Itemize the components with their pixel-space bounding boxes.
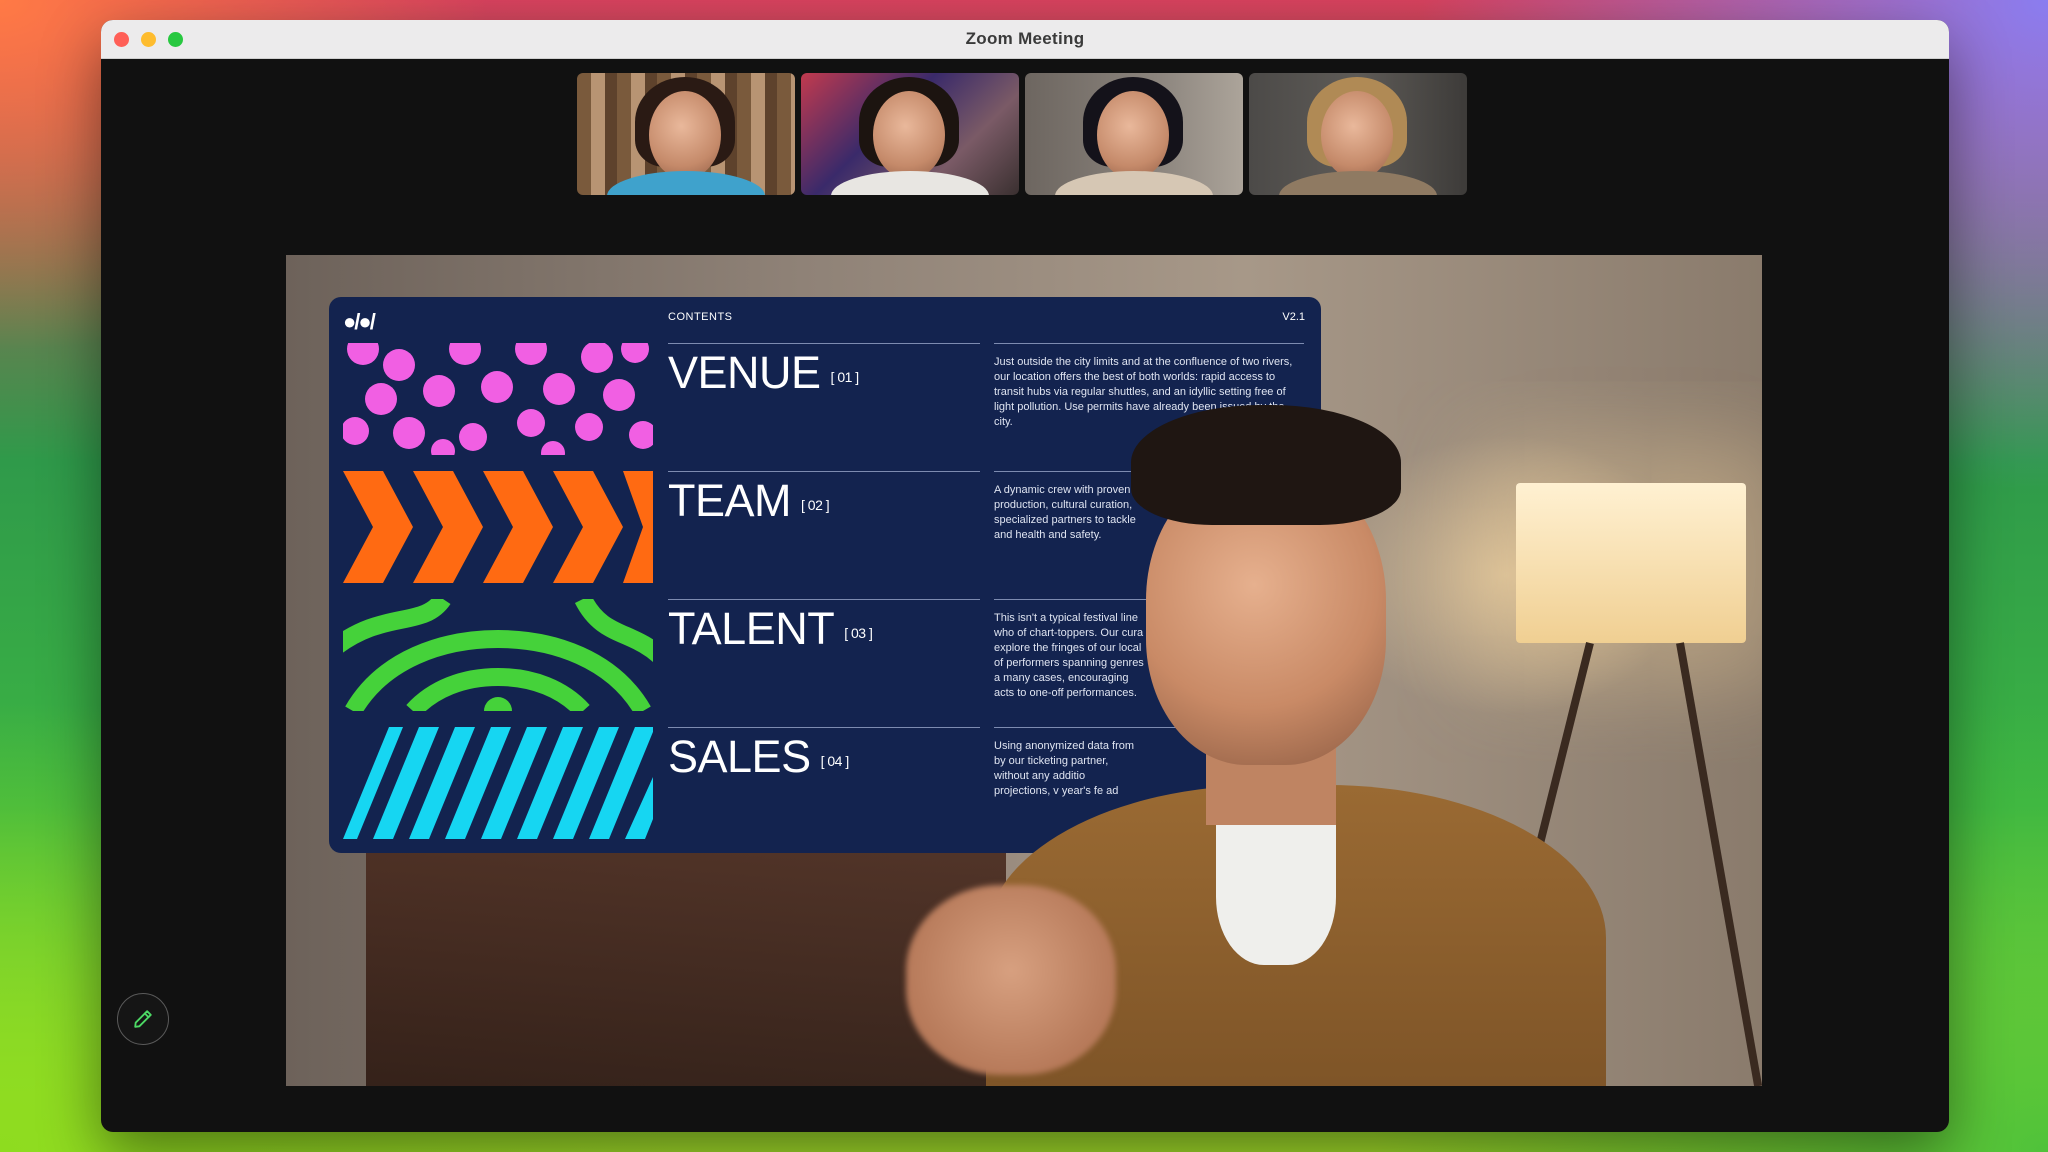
participant-video-tile[interactable] — [1025, 73, 1243, 195]
presenter-hand — [906, 885, 1116, 1075]
participant-body — [1279, 171, 1437, 195]
slide-logo: ●/●/ — [343, 309, 376, 334]
pattern-dots-panel — [343, 343, 653, 455]
participant-body — [831, 171, 989, 195]
section-number: [ 01 ] — [830, 369, 860, 385]
participant-video-tile[interactable] — [577, 73, 795, 195]
participant-body — [1055, 171, 1213, 195]
participant-face — [873, 91, 945, 179]
participant-body — [607, 171, 765, 195]
participant-face — [1097, 91, 1169, 179]
window-title: Zoom Meeting — [965, 29, 1085, 48]
presenter-hair — [1131, 405, 1401, 525]
participant-face — [649, 91, 721, 179]
slide-contents-label: CONTENTS — [668, 311, 733, 323]
participant-face — [1321, 91, 1393, 179]
lamp-leg — [1676, 642, 1762, 1086]
zoom-window: Zoom Meeting ●/●/ CONTENTS V2.1 VENUE [… — [101, 20, 1949, 1132]
participant-video-tile[interactable] — [801, 73, 1019, 195]
pattern-chevron-panel — [343, 471, 653, 583]
section-number: [ 03 ] — [844, 625, 873, 641]
title-bar: Zoom Meeting — [101, 20, 1949, 59]
pattern-stripes-panel — [343, 727, 653, 839]
presenter-video[interactable]: ●/●/ CONTENTS V2.1 VENUE [01] TEAM [0… — [286, 255, 1762, 1086]
section-title: SALES — [668, 731, 811, 782]
section-number: [ 04 ] — [820, 753, 850, 769]
presenter — [906, 405, 1666, 1086]
section-heading-talent: TALENT [ 03 ] — [668, 603, 873, 654]
section-number: [ 02 ] — [801, 497, 830, 513]
row-divider — [668, 343, 980, 344]
slide-version: V2.1 — [1282, 311, 1305, 323]
section-heading-venue: VENUE [ 01 ] — [668, 349, 859, 397]
participant-video-tile[interactable] — [1249, 73, 1467, 195]
pattern-waves-panel — [343, 599, 653, 711]
row-divider — [994, 343, 1304, 344]
section-title: TALENT — [668, 603, 835, 654]
pencil-icon — [134, 1010, 152, 1028]
section-heading-sales: SALES [ 04 ] — [668, 733, 849, 781]
section-title: TEAM — [668, 475, 792, 526]
section-heading-team: TEAM [ 02 ] — [668, 475, 830, 526]
section-title: VENUE — [668, 347, 821, 398]
annotate-button[interactable] — [117, 993, 169, 1045]
